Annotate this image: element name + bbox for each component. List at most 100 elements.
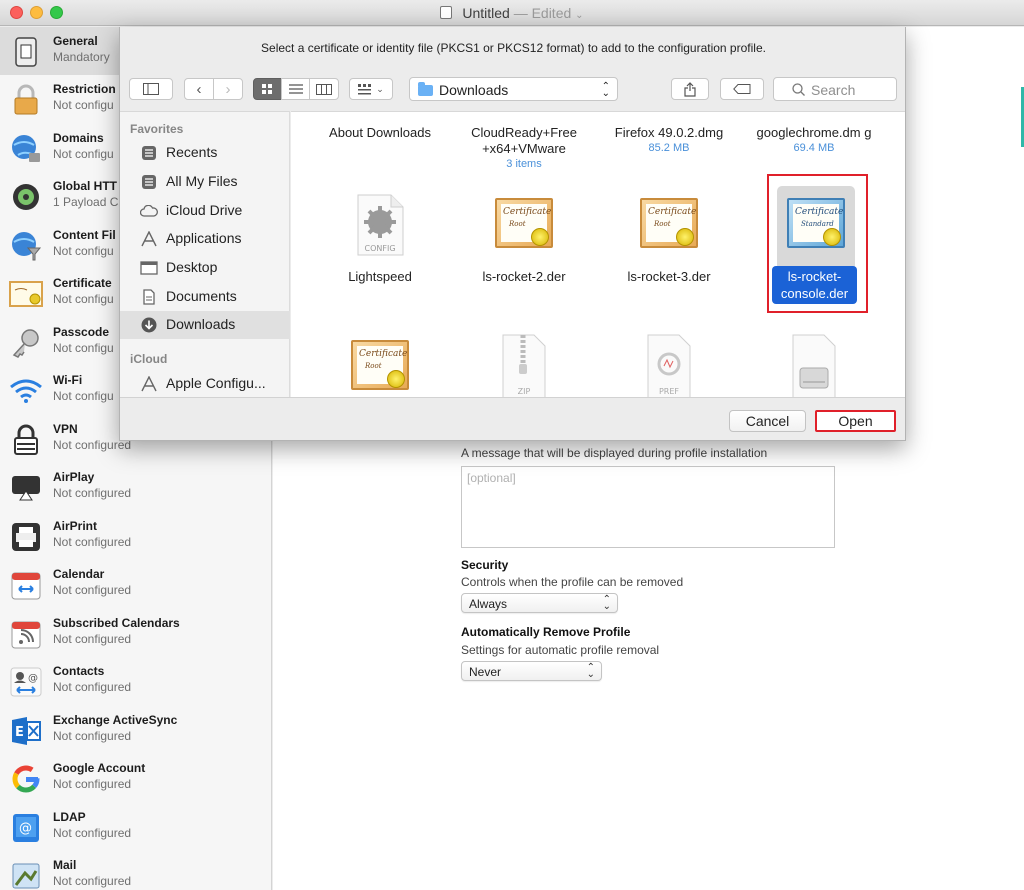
consent-message-placeholder: [optional] [467,471,516,485]
sidebar-item-label: Apple Configu... [166,375,266,391]
sidebar-item-desktop[interactable]: Desktop [120,254,290,282]
google-icon [9,762,43,796]
location-popup-value: Downloads [439,82,509,98]
file-item-googlechrome-dmg[interactable]: googlechrome.dm g 69.4 MB [750,125,878,155]
globe-lock-icon [9,132,43,166]
sidebar-item-all-my-files[interactable]: All My Files [120,168,290,196]
sidebar-item-calendar[interactable]: Calendar Not configured [0,560,271,608]
desktop-icon [140,260,158,276]
security-description: Controls when the profile can be removed [461,575,684,589]
config-file-icon: CONFIG [316,194,444,256]
arrange-icon [358,83,372,94]
certificate-file-icon: Certificate Root [460,198,588,248]
certificate-file-icon: Certificate Root [316,340,444,390]
certificate-icon-script: Certificate [648,207,697,217]
file-name: googlechrome.dm g [756,125,872,140]
consent-message-textarea[interactable]: [optional] [461,466,835,548]
sidebar-item-documents[interactable]: Documents [120,283,290,311]
file-item-about-downloads[interactable]: About Downloads [316,125,444,141]
calendar-icon [9,568,43,602]
title-bar: Untitled — Edited ⌄ [0,0,1024,26]
pref-icon-label: PREF [659,387,679,396]
wifi-icon [9,374,43,408]
share-button[interactable] [671,78,709,100]
auto-remove-description: Settings for automatic profile removal [461,643,660,657]
file-item-lightspeed[interactable]: CONFIG Lightspeed [316,194,444,294]
sidebar-toggle-button[interactable] [129,78,173,100]
sidebar-item-subscribed-calendars[interactable]: Subscribed Calendars Not configured [0,609,271,657]
sidebar-item-label: Applications [166,230,242,246]
sidebar-toggle-icon [143,83,159,95]
location-popup[interactable]: Downloads ⌃ ⌄ [409,77,618,101]
sidebar-item-contacts[interactable]: @ Contacts Not configured [0,657,271,705]
sidebar-item-google-account[interactable]: Google Account Not configured [0,754,271,802]
sidebar-item-label: Desktop [166,259,218,275]
certificate-icon-script: Certificate [359,349,408,359]
sidebar-item-mail[interactable]: Mail Not configured [0,851,271,890]
tags-button[interactable] [720,78,764,100]
sidebar-item-subtitle: Not configured [53,632,132,646]
sidebar-item-title: Passcode [53,325,110,339]
zip-file-icon: ZIP [460,334,588,397]
sidebar-item-subtitle: Not configu [53,341,114,355]
file-name: CloudReady+Free +x64+VMware [471,125,577,156]
file-meta: 85.2 MB [648,142,690,154]
file-name: Lightspeed [348,269,412,284]
sidebar-item-subtitle: Not configured [53,486,132,500]
chevron-right-icon: › [225,80,231,98]
certificate-file-icon: Certificate Root [605,198,733,248]
sidebar-item-title: Contacts [53,664,105,678]
sidebar-item-subtitle: Not configu [53,98,114,112]
document-icon [440,6,453,19]
column-view-button[interactable] [309,78,339,100]
open-button[interactable]: Open [815,410,896,432]
file-name: About Downloads [329,125,431,140]
sidebar-item-icloud-drive[interactable]: iCloud Drive [120,197,290,225]
file-item-ls-rocket-2[interactable]: Certificate Root ls-rocket-2.der [460,194,588,294]
certificate-icon-script: Certificate [503,207,552,217]
file-name: ls-rocket-2.der [482,269,566,284]
sidebar-item-downloads[interactable]: Downloads [120,311,290,339]
list-view-button[interactable] [281,78,310,100]
open-file-dialog: Select a certificate or identity file (P… [119,27,906,441]
sidebar-item-recents[interactable]: Recents [120,139,290,167]
file-name: Firefox 49.0.2.dmg [614,125,724,140]
sidebar-item-apple-configurator[interactable]: Apple Configu... [120,370,290,398]
sidebar-item-exchange-activesync[interactable]: E Exchange ActiveSync Not configured [0,706,271,754]
sidebar-item-airplay[interactable]: AirPlay Not configured [0,463,271,511]
sidebar-item-airprint[interactable]: AirPrint Not configured [0,512,271,560]
sidebar-item-ldap[interactable]: @ LDAP Not configured [0,803,271,851]
sidebar-item-title: Wi-Fi [53,373,83,387]
chevron-down-icon: ⌄ [376,83,384,94]
general-icon [9,35,43,69]
column-view-icon [316,83,332,95]
file-item-cloudready[interactable]: CloudReady+Free +x64+VMware 3 items [460,125,588,171]
sidebar-item-applications[interactable]: Applications [120,225,290,253]
printer-icon [9,520,43,554]
window-title[interactable]: Untitled — Edited ⌄ [0,5,1024,21]
file-item-firefox-dmg[interactable]: Firefox 49.0.2.dmg 85.2 MB [605,125,733,155]
search-placeholder: Search [811,82,856,98]
cloud-icon [140,203,158,219]
file-item-ls-rocket-3[interactable]: Certificate Root ls-rocket-3.der [605,194,733,294]
security-popup[interactable]: Always ⌃ ⌄ [461,593,618,613]
arrange-button[interactable]: ⌄ [349,78,393,100]
back-button[interactable]: ‹ [184,78,214,100]
svg-text:@: @ [28,673,38,684]
favorites-header: Favorites [130,122,184,136]
folder-icon [418,82,433,96]
forward-button[interactable]: › [213,78,243,100]
sidebar-item-title: Google Account [53,761,146,775]
airplay-icon [9,471,43,505]
documents-icon [140,289,158,305]
sidebar-item-title: Subscribed Calendars [53,616,180,630]
icon-view-button[interactable] [253,78,282,100]
certificate-icon [9,277,43,311]
sidebar-item-subtitle: 1 Payload C [53,195,119,209]
auto-remove-popup[interactable]: Never ⌃ ⌄ [461,661,602,681]
search-field[interactable]: Search [773,77,897,101]
tag-icon [733,84,751,94]
cancel-button[interactable]: Cancel [729,410,806,432]
proxy-icon [9,180,43,214]
filter-globe-icon [9,229,43,263]
